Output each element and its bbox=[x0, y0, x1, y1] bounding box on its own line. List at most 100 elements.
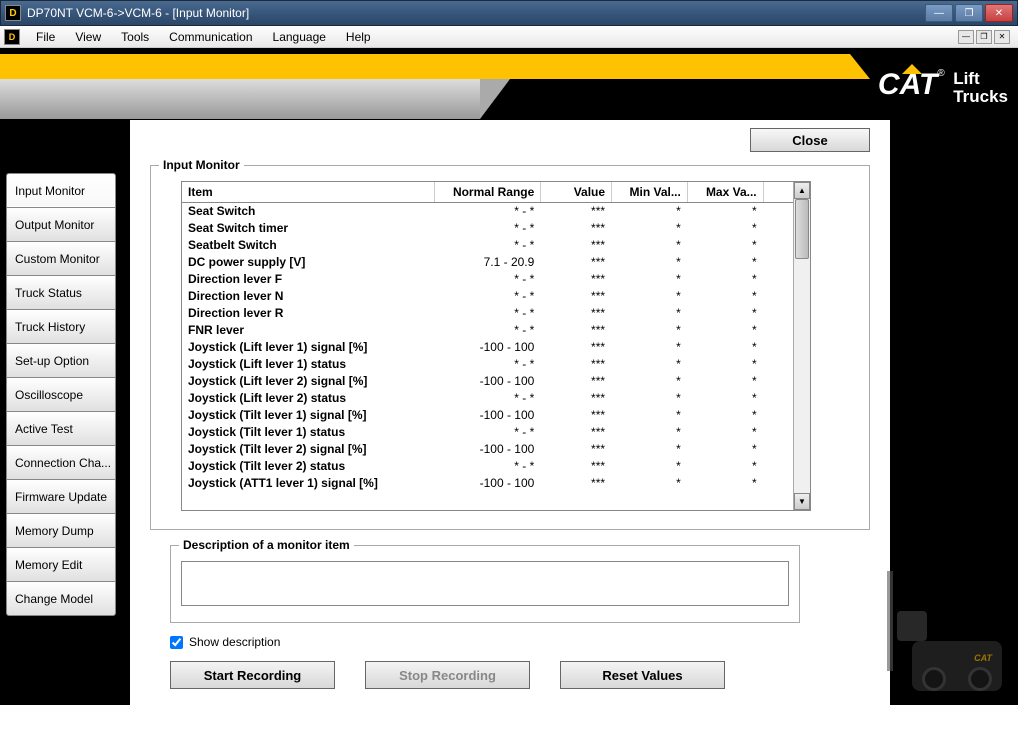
sidebar-item-truck-history[interactable]: Truck History bbox=[6, 309, 116, 344]
sidebar-item-custom-monitor[interactable]: Custom Monitor bbox=[6, 241, 116, 276]
table-scrollbar[interactable]: ▲ ▼ bbox=[793, 182, 810, 510]
sidebar-item-memory-dump[interactable]: Memory Dump bbox=[6, 513, 116, 548]
description-legend: Description of a monitor item bbox=[179, 538, 354, 552]
table-row[interactable]: Seat Switch* - ****** bbox=[182, 203, 794, 220]
header-banner: THE DIAGNOZER| CAT® LiftTrucks bbox=[0, 48, 1018, 120]
header-max[interactable]: Max Va... bbox=[687, 182, 763, 203]
menubar: D File View Tools Communication Language… bbox=[0, 26, 1018, 48]
sidebar-item-change-model[interactable]: Change Model bbox=[6, 581, 116, 616]
cell-value: *** bbox=[541, 458, 612, 475]
mdi-restore-button[interactable]: ❐ bbox=[976, 30, 992, 44]
cell-max: * bbox=[687, 339, 763, 356]
table-row[interactable]: Joystick (Tilt lever 1) status* - ****** bbox=[182, 424, 794, 441]
cell-range: * - * bbox=[435, 271, 541, 288]
table-row[interactable]: Joystick (ATT1 lever 1) signal [%]-100 -… bbox=[182, 475, 794, 492]
close-button[interactable]: Close bbox=[750, 128, 870, 152]
menu-communication[interactable]: Communication bbox=[159, 28, 262, 46]
cell-value: *** bbox=[541, 424, 612, 441]
table-row[interactable]: Joystick (Tilt lever 1) signal [%]-100 -… bbox=[182, 407, 794, 424]
table-row[interactable]: Joystick (Lift lever 1) status* - ****** bbox=[182, 356, 794, 373]
stop-recording-button[interactable]: Stop Recording bbox=[365, 661, 530, 689]
cell-max: * bbox=[687, 271, 763, 288]
mdi-close-button[interactable]: ✕ bbox=[994, 30, 1010, 44]
cell-min: * bbox=[612, 288, 688, 305]
start-recording-button[interactable]: Start Recording bbox=[170, 661, 335, 689]
cell-min: * bbox=[612, 220, 688, 237]
table-row[interactable]: Joystick (Tilt lever 2) signal [%]-100 -… bbox=[182, 441, 794, 458]
cell-item: Joystick (Tilt lever 2) signal [%] bbox=[182, 441, 435, 458]
sidebar-item-active-test[interactable]: Active Test bbox=[6, 411, 116, 446]
window-title: DP70NT VCM-6->VCM-6 - [Input Monitor] bbox=[27, 6, 925, 20]
cell-min: * bbox=[612, 424, 688, 441]
cell-item: Joystick (Lift lever 1) signal [%] bbox=[182, 339, 435, 356]
sidebar-item-input-monitor[interactable]: Input Monitor bbox=[6, 173, 116, 208]
scroll-thumb[interactable] bbox=[795, 199, 809, 259]
cell-max: * bbox=[687, 237, 763, 254]
reset-values-button[interactable]: Reset Values bbox=[560, 661, 725, 689]
monitor-table-container: Item Normal Range Value Min Val... Max V… bbox=[181, 181, 811, 511]
table-row[interactable]: Joystick (Lift lever 2) signal [%]-100 -… bbox=[182, 373, 794, 390]
menu-help[interactable]: Help bbox=[336, 28, 381, 46]
table-row[interactable]: Direction lever N* - ****** bbox=[182, 288, 794, 305]
sidebar-item-truck-status[interactable]: Truck Status bbox=[6, 275, 116, 310]
cell-value: *** bbox=[541, 322, 612, 339]
minimize-button[interactable]: — bbox=[925, 4, 953, 22]
sidebar-item-memory-edit[interactable]: Memory Edit bbox=[6, 547, 116, 582]
table-row[interactable]: Seatbelt Switch* - ****** bbox=[182, 237, 794, 254]
cell-item: Joystick (Tilt lever 1) status bbox=[182, 424, 435, 441]
cell-item: Seat Switch bbox=[182, 203, 435, 220]
header-value[interactable]: Value bbox=[541, 182, 612, 203]
sidebar-item-setup-option[interactable]: Set-up Option bbox=[6, 343, 116, 378]
table-row[interactable]: Seat Switch timer* - ****** bbox=[182, 220, 794, 237]
sidebar-item-output-monitor[interactable]: Output Monitor bbox=[6, 207, 116, 242]
table-row[interactable]: Direction lever F* - ****** bbox=[182, 271, 794, 288]
window-titlebar: D DP70NT VCM-6->VCM-6 - [Input Monitor] … bbox=[0, 0, 1018, 26]
window-close-button[interactable]: ✕ bbox=[985, 4, 1013, 22]
table-row[interactable]: Joystick (Tilt lever 2) status* - ****** bbox=[182, 458, 794, 475]
header-min[interactable]: Min Val... bbox=[612, 182, 688, 203]
sidebar-item-connection-change[interactable]: Connection Cha... bbox=[6, 445, 116, 480]
menu-language[interactable]: Language bbox=[263, 28, 336, 46]
cell-value: *** bbox=[541, 203, 612, 220]
menu-view[interactable]: View bbox=[65, 28, 111, 46]
cell-item: Seat Switch timer bbox=[182, 220, 435, 237]
sidebar-item-firmware-update[interactable]: Firmware Update bbox=[6, 479, 116, 514]
cell-value: *** bbox=[541, 441, 612, 458]
cell-item: Joystick (Lift lever 2) status bbox=[182, 390, 435, 407]
maximize-button[interactable]: ❐ bbox=[955, 4, 983, 22]
scroll-down-button[interactable]: ▼ bbox=[794, 493, 810, 510]
description-textarea[interactable] bbox=[181, 561, 789, 606]
header-item[interactable]: Item bbox=[182, 182, 435, 203]
header-range[interactable]: Normal Range bbox=[435, 182, 541, 203]
cell-min: * bbox=[612, 237, 688, 254]
show-description-checkbox[interactable] bbox=[170, 636, 183, 649]
cell-range: * - * bbox=[435, 458, 541, 475]
cell-item: Joystick (Lift lever 1) status bbox=[182, 356, 435, 373]
cell-max: * bbox=[687, 356, 763, 373]
cell-range: * - * bbox=[435, 322, 541, 339]
table-row[interactable]: Joystick (Lift lever 2) status* - ****** bbox=[182, 390, 794, 407]
cell-range: * - * bbox=[435, 356, 541, 373]
cell-range: -100 - 100 bbox=[435, 407, 541, 424]
cell-value: *** bbox=[541, 356, 612, 373]
sidebar-item-oscilloscope[interactable]: Oscilloscope bbox=[6, 377, 116, 412]
cell-max: * bbox=[687, 220, 763, 237]
table-row[interactable]: FNR lever* - ****** bbox=[182, 322, 794, 339]
table-row[interactable]: Direction lever R* - ****** bbox=[182, 305, 794, 322]
monitor-table: Item Normal Range Value Min Val... Max V… bbox=[182, 182, 794, 492]
cell-item: Direction lever F bbox=[182, 271, 435, 288]
cell-max: * bbox=[687, 475, 763, 492]
cell-value: *** bbox=[541, 339, 612, 356]
menu-file[interactable]: File bbox=[26, 28, 65, 46]
main-area: THE DIAGNOZER| CAT® LiftTrucks Input Mon… bbox=[0, 48, 1018, 705]
table-row[interactable]: DC power supply [V]7.1 - 20.9***** bbox=[182, 254, 794, 271]
cell-item: DC power supply [V] bbox=[182, 254, 435, 271]
cell-min: * bbox=[612, 458, 688, 475]
cell-min: * bbox=[612, 356, 688, 373]
scroll-up-button[interactable]: ▲ bbox=[794, 182, 810, 199]
cell-range: * - * bbox=[435, 220, 541, 237]
table-row[interactable]: Joystick (Lift lever 1) signal [%]-100 -… bbox=[182, 339, 794, 356]
menu-tools[interactable]: Tools bbox=[111, 28, 159, 46]
mdi-minimize-button[interactable]: — bbox=[958, 30, 974, 44]
show-description-row: Show description bbox=[170, 635, 870, 649]
